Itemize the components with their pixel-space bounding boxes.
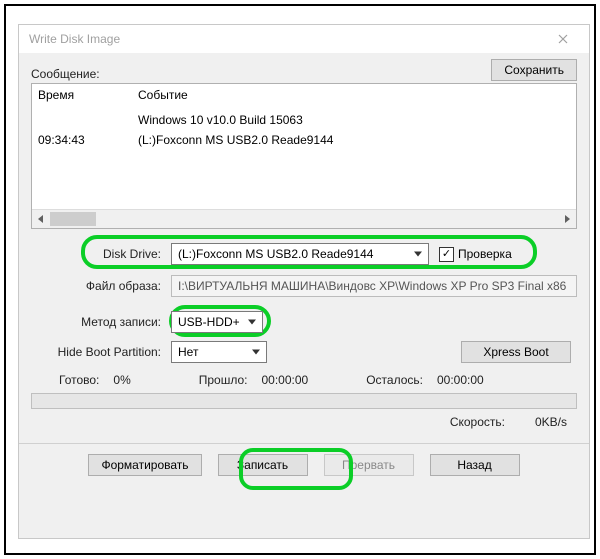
- list-item[interactable]: Windows 10 v10.0 Build 15063: [38, 112, 576, 128]
- dialog-window: Write Disk Image Сообщение: Сохранить Вр…: [18, 24, 590, 539]
- list-item[interactable]: 09:34:43 (L:)Foxconn MS USB2.0 Reade9144: [38, 132, 576, 148]
- abort-button: Прервать: [324, 454, 414, 476]
- window-title: Write Disk Image: [29, 32, 120, 46]
- format-button[interactable]: Форматировать: [88, 454, 201, 476]
- column-header-time[interactable]: Время: [38, 88, 138, 102]
- button-bar: Форматировать Записать Прервать Назад: [19, 444, 589, 490]
- ready-label: Готово:: [59, 373, 99, 387]
- ready-value: 0%: [113, 373, 130, 387]
- speed-label: Скорость:: [450, 415, 505, 429]
- scroll-thumb[interactable]: [50, 212, 96, 226]
- scroll-left-icon[interactable]: [32, 210, 50, 228]
- scroll-right-icon[interactable]: [558, 210, 576, 228]
- column-header-event[interactable]: Событие: [138, 88, 576, 102]
- cell-event: Windows 10 v10.0 Build 15063: [138, 112, 576, 128]
- cell-time: [38, 112, 138, 128]
- log-listview[interactable]: Время Событие Windows 10 v10.0 Build 150…: [31, 83, 577, 229]
- verify-checkbox[interactable]: ✓ Проверка: [439, 247, 512, 262]
- back-button[interactable]: Назад: [430, 454, 520, 476]
- save-button[interactable]: Сохранить: [491, 59, 577, 81]
- message-label: Сообщение:: [31, 67, 100, 81]
- row-write-method: Метод записи: USB-HDD+: [31, 309, 577, 335]
- verify-label: Проверка: [458, 247, 512, 261]
- remaining-label: Осталось:: [366, 373, 423, 387]
- row-image-file: Файл образа: I:\ВИРТУАЛЬНЯ МАШИНА\Виндов…: [31, 273, 577, 299]
- image-file-label: Файл образа:: [31, 279, 171, 293]
- hide-boot-label: Hide Boot Partition:: [31, 345, 171, 359]
- write-method-select[interactable]: USB-HDD+: [171, 311, 263, 333]
- elapsed-value: 00:00:00: [261, 373, 308, 387]
- checkbox-icon: ✓: [439, 247, 454, 262]
- row-disk-drive: Disk Drive: (L:)Foxconn MS USB2.0 Reade9…: [31, 239, 577, 269]
- xpress-boot-button[interactable]: Xpress Boot: [461, 341, 571, 363]
- remaining-value: 00:00:00: [437, 373, 484, 387]
- row-hide-boot: Hide Boot Partition: Нет Xpress Boot: [31, 339, 577, 365]
- titlebar[interactable]: Write Disk Image: [19, 25, 589, 53]
- horizontal-scrollbar[interactable]: [32, 209, 576, 228]
- cell-event: (L:)Foxconn MS USB2.0 Reade9144: [138, 132, 576, 148]
- progress-bar: [31, 393, 577, 409]
- cell-time: 09:34:43: [38, 132, 138, 148]
- hide-boot-select[interactable]: Нет: [171, 341, 267, 363]
- disk-drive-select[interactable]: (L:)Foxconn MS USB2.0 Reade9144: [171, 243, 429, 265]
- image-file-field[interactable]: I:\ВИРТУАЛЬНЯ МАШИНА\Виндовс XP\Windows …: [171, 275, 577, 297]
- elapsed-label: Прошло:: [199, 373, 248, 387]
- speed-value: 0KB/s: [535, 415, 567, 429]
- disk-drive-label: Disk Drive:: [31, 247, 171, 261]
- close-icon[interactable]: [545, 27, 581, 51]
- progress-readout: Готово: 0% Прошло: 00:00:00 Осталось: 00…: [19, 369, 589, 391]
- scroll-track[interactable]: [50, 210, 558, 228]
- client-area: Сообщение: Сохранить Время Событие Windo…: [19, 53, 589, 538]
- write-button[interactable]: Записать: [218, 454, 308, 476]
- write-method-label: Метод записи:: [31, 315, 171, 329]
